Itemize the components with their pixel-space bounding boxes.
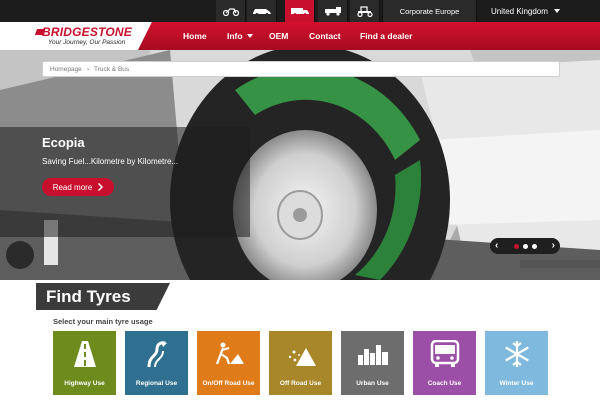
hero-text: Saving Fuel...Kilometre by Kilometre... xyxy=(42,157,179,166)
tile-label: Winter Use xyxy=(499,380,534,387)
breadcrumb-separator: › xyxy=(86,65,89,73)
country-selector[interactable]: United Kingdom xyxy=(478,0,562,22)
tile-urban-use[interactable]: Urban Use xyxy=(341,331,404,395)
find-tyres-subtitle: Select your main tyre usage xyxy=(53,317,153,326)
hero-title: Ecopia xyxy=(42,135,85,150)
nav-oem-label: OEM xyxy=(269,31,289,41)
bus-icon xyxy=(413,337,476,371)
carousel-dots xyxy=(513,243,537,249)
hero-banner: Homepage › Truck & Bus Ecopia Saving Fue… xyxy=(0,50,600,280)
brand-name: BRIDGESTONE xyxy=(42,25,132,39)
read-more-label: Read more xyxy=(52,182,93,192)
tile-coach-use[interactable]: Coach Use xyxy=(413,331,476,395)
chevron-right-icon xyxy=(98,183,104,191)
nav-contact[interactable]: Contact xyxy=(309,22,341,50)
find-tyres-title: Find Tyres xyxy=(36,283,170,310)
tile-label: Highway Use xyxy=(64,380,105,387)
carousel-dot[interactable] xyxy=(531,243,537,249)
read-more-button[interactable]: Read more xyxy=(42,178,114,196)
tile-regional-use[interactable]: Regional Use xyxy=(125,331,188,395)
tractor-icon xyxy=(356,5,373,17)
tile-label: Off Road Use xyxy=(279,380,322,387)
tile-label: Regional Use xyxy=(135,380,178,387)
vehicle-tab-truck-bus[interactable] xyxy=(285,0,315,22)
tile-label: On/Off Road Use xyxy=(202,380,255,387)
regional-icon xyxy=(125,337,188,371)
carousel-next-button[interactable]: › xyxy=(552,241,555,251)
brand-tagline: Your Journey, Our Passion xyxy=(48,39,126,46)
corporate-europe-link[interactable]: Corporate Europe xyxy=(382,0,477,22)
country-label: United Kingdom xyxy=(491,6,548,16)
nav-home-label: Home xyxy=(183,31,207,41)
highway-icon xyxy=(53,337,116,371)
carousel-controls: ‹ › xyxy=(490,238,560,254)
tile-on-off-road-use[interactable]: On/Off Road Use xyxy=(197,331,260,395)
nav-oem[interactable]: OEM xyxy=(269,22,288,50)
logo[interactable]: BRIDGESTONE Your Journey, Our Passion xyxy=(0,22,148,50)
tile-label: Coach Use xyxy=(427,380,462,387)
tile-winter-use[interactable]: Winter Use xyxy=(485,331,548,395)
snowflake-icon xyxy=(485,337,548,371)
carousel-prev-button[interactable]: ‹ xyxy=(495,241,498,251)
carousel-dot[interactable] xyxy=(513,243,519,249)
vehicle-tab-tractor[interactable] xyxy=(350,0,380,22)
off-road-icon xyxy=(269,337,332,371)
main-nav: Home Info OEM Contact Find a dealer xyxy=(138,22,600,50)
chevron-down-icon xyxy=(246,34,253,38)
nav-home[interactable]: Home xyxy=(183,22,207,50)
truck-bus-icon xyxy=(290,8,309,16)
vehicle-tab-agricultural[interactable] xyxy=(318,0,348,22)
car-icon xyxy=(252,9,271,16)
nav-find-dealer-label: Find a dealer xyxy=(360,31,413,41)
vehicle-tab-car[interactable] xyxy=(247,0,277,22)
breadcrumb-current: Truck & Bus xyxy=(93,65,130,73)
breadcrumb-home[interactable]: Homepage xyxy=(50,66,82,73)
vehicle-tab-motorcycle[interactable] xyxy=(216,0,246,22)
nav-info-label: Info xyxy=(227,31,243,41)
tile-off-road-use[interactable]: Off Road Use xyxy=(269,331,332,395)
top-bar: Corporate Europe United Kingdom xyxy=(0,0,600,22)
construction-icon xyxy=(197,337,260,371)
tile-label: Urban Use xyxy=(356,380,389,387)
tyre-usage-tiles: Highway Use Regional Use On/Off Road Use… xyxy=(53,331,548,395)
agricultural-icon xyxy=(324,7,341,16)
city-icon xyxy=(341,337,404,371)
nav-contact-label: Contact xyxy=(309,31,341,41)
nav-find-dealer[interactable]: Find a dealer xyxy=(360,22,412,50)
carousel-dot[interactable] xyxy=(522,243,528,249)
chevron-down-icon xyxy=(553,9,560,13)
breadcrumb: Homepage › Truck & Bus xyxy=(42,61,560,77)
hero-caption-overlay xyxy=(0,127,250,237)
nav-info[interactable]: Info xyxy=(227,22,253,50)
tile-highway-use[interactable]: Highway Use xyxy=(53,331,116,395)
motorcycle-icon xyxy=(222,8,239,16)
